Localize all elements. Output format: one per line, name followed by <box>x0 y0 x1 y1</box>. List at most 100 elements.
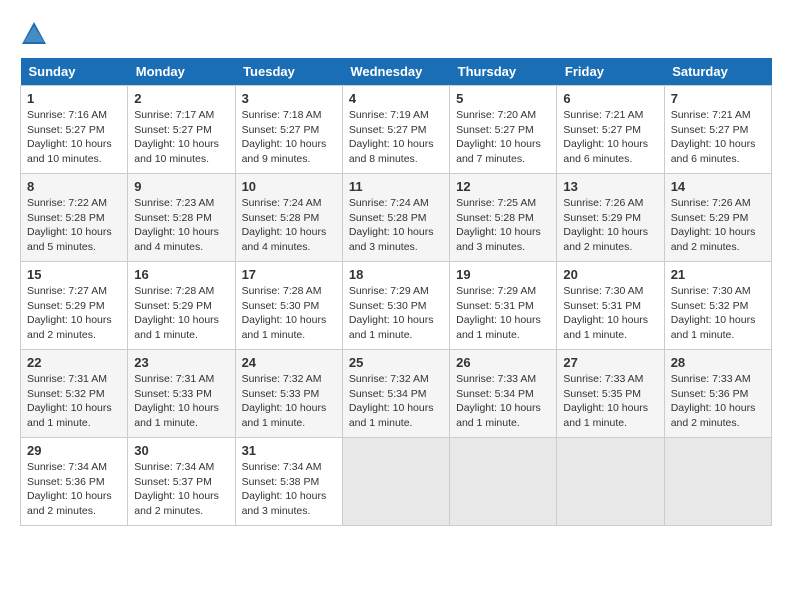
calendar-cell: 5 Sunrise: 7:20 AM Sunset: 5:27 PM Daylig… <box>450 86 557 174</box>
calendar-cell: 17 Sunrise: 7:28 AM Sunset: 5:30 PM Dayli… <box>235 262 342 350</box>
calendar-cell <box>557 438 664 526</box>
calendar-cell <box>342 438 449 526</box>
day-number: 29 <box>27 443 121 458</box>
calendar-cell <box>664 438 771 526</box>
day-info: Sunrise: 7:29 AM Sunset: 5:30 PM Dayligh… <box>349 284 443 343</box>
day-info: Sunrise: 7:34 AM Sunset: 5:38 PM Dayligh… <box>242 460 336 519</box>
calendar-cell: 10 Sunrise: 7:24 AM Sunset: 5:28 PM Dayli… <box>235 174 342 262</box>
calendar-cell: 4 Sunrise: 7:19 AM Sunset: 5:27 PM Daylig… <box>342 86 449 174</box>
day-number: 11 <box>349 179 443 194</box>
day-number: 20 <box>563 267 657 282</box>
page-header <box>20 20 772 48</box>
day-info: Sunrise: 7:34 AM Sunset: 5:36 PM Dayligh… <box>27 460 121 519</box>
calendar-cell: 24 Sunrise: 7:32 AM Sunset: 5:33 PM Dayli… <box>235 350 342 438</box>
calendar-cell <box>450 438 557 526</box>
day-number: 5 <box>456 91 550 106</box>
calendar-cell: 25Sunrise: 7:32 AM Sunset: 5:34 PM Dayli… <box>342 350 449 438</box>
day-number: 14 <box>671 179 765 194</box>
calendar-table: SundayMondayTuesdayWednesdayThursdayFrid… <box>20 58 772 526</box>
day-header: Thursday <box>450 58 557 86</box>
calendar-cell: 19 Sunrise: 7:29 AM Sunset: 5:31 PM Dayli… <box>450 262 557 350</box>
day-number: 7 <box>671 91 765 106</box>
day-info: Sunrise: 7:29 AM Sunset: 5:31 PM Dayligh… <box>456 284 550 343</box>
day-info: Sunrise: 7:34 AM Sunset: 5:37 PM Dayligh… <box>134 460 228 519</box>
day-info: Sunrise: 7:25 AM Sunset: 5:28 PM Dayligh… <box>456 196 550 255</box>
day-info: Sunrise: 7:33 AM Sunset: 5:34 PM Dayligh… <box>456 372 550 431</box>
day-number: 1 <box>27 91 121 106</box>
day-info: Sunrise: 7:28 AM Sunset: 5:30 PM Dayligh… <box>242 284 336 343</box>
day-number: 9 <box>134 179 228 194</box>
calendar-cell: 30 Sunrise: 7:34 AM Sunset: 5:37 PM Dayli… <box>128 438 235 526</box>
day-info: Sunrise: 7:24 AM Sunset: 5:28 PM Dayligh… <box>242 196 336 255</box>
day-info: Sunrise: 7:28 AM Sunset: 5:29 PM Dayligh… <box>134 284 228 343</box>
day-number: 10 <box>242 179 336 194</box>
calendar-cell: 1 Sunrise: 7:16 AM Sunset: 5:27 PM Daylig… <box>21 86 128 174</box>
day-number: 3 <box>242 91 336 106</box>
logo <box>20 20 52 48</box>
day-number: 24 <box>242 355 336 370</box>
day-number: 13 <box>563 179 657 194</box>
calendar-week-row: 29 Sunrise: 7:34 AM Sunset: 5:36 PM Dayli… <box>21 438 772 526</box>
logo-icon <box>20 20 48 48</box>
day-info: Sunrise: 7:30 AM Sunset: 5:31 PM Dayligh… <box>563 284 657 343</box>
calendar-cell: 14 Sunrise: 7:26 AM Sunset: 5:29 PM Dayli… <box>664 174 771 262</box>
calendar-cell: 7 Sunrise: 7:21 AM Sunset: 5:27 PM Daylig… <box>664 86 771 174</box>
day-info: Sunrise: 7:31 AM Sunset: 5:32 PM Dayligh… <box>27 372 121 431</box>
day-number: 15 <box>27 267 121 282</box>
calendar-week-row: 8Sunrise: 7:22 AM Sunset: 5:28 PM Daylig… <box>21 174 772 262</box>
day-number: 12 <box>456 179 550 194</box>
calendar-cell: 6 Sunrise: 7:21 AM Sunset: 5:27 PM Daylig… <box>557 86 664 174</box>
day-info: Sunrise: 7:26 AM Sunset: 5:29 PM Dayligh… <box>671 196 765 255</box>
calendar-week-row: 22Sunrise: 7:31 AM Sunset: 5:32 PM Dayli… <box>21 350 772 438</box>
day-header: Tuesday <box>235 58 342 86</box>
day-info: Sunrise: 7:33 AM Sunset: 5:35 PM Dayligh… <box>563 372 657 431</box>
day-info: Sunrise: 7:27 AM Sunset: 5:29 PM Dayligh… <box>27 284 121 343</box>
calendar-cell: 22Sunrise: 7:31 AM Sunset: 5:32 PM Dayli… <box>21 350 128 438</box>
day-info: Sunrise: 7:18 AM Sunset: 5:27 PM Dayligh… <box>242 108 336 167</box>
calendar-body: 1 Sunrise: 7:16 AM Sunset: 5:27 PM Daylig… <box>21 86 772 526</box>
day-number: 21 <box>671 267 765 282</box>
day-header: Saturday <box>664 58 771 86</box>
calendar-cell: 16 Sunrise: 7:28 AM Sunset: 5:29 PM Dayli… <box>128 262 235 350</box>
day-info: Sunrise: 7:33 AM Sunset: 5:36 PM Dayligh… <box>671 372 765 431</box>
calendar-cell: 18Sunrise: 7:29 AM Sunset: 5:30 PM Dayli… <box>342 262 449 350</box>
day-number: 16 <box>134 267 228 282</box>
calendar-cell: 29 Sunrise: 7:34 AM Sunset: 5:36 PM Dayli… <box>21 438 128 526</box>
day-info: Sunrise: 7:32 AM Sunset: 5:34 PM Dayligh… <box>349 372 443 431</box>
day-info: Sunrise: 7:21 AM Sunset: 5:27 PM Dayligh… <box>671 108 765 167</box>
day-info: Sunrise: 7:19 AM Sunset: 5:27 PM Dayligh… <box>349 108 443 167</box>
day-info: Sunrise: 7:17 AM Sunset: 5:27 PM Dayligh… <box>134 108 228 167</box>
calendar-cell: 11Sunrise: 7:24 AM Sunset: 5:28 PM Dayli… <box>342 174 449 262</box>
calendar-cell: 2 Sunrise: 7:17 AM Sunset: 5:27 PM Daylig… <box>128 86 235 174</box>
calendar-cell: 3 Sunrise: 7:18 AM Sunset: 5:27 PM Daylig… <box>235 86 342 174</box>
calendar-header-row: SundayMondayTuesdayWednesdayThursdayFrid… <box>21 58 772 86</box>
calendar-cell: 23Sunrise: 7:31 AM Sunset: 5:33 PM Dayli… <box>128 350 235 438</box>
calendar-cell: 15 Sunrise: 7:27 AM Sunset: 5:29 PM Dayli… <box>21 262 128 350</box>
day-info: Sunrise: 7:26 AM Sunset: 5:29 PM Dayligh… <box>563 196 657 255</box>
day-number: 30 <box>134 443 228 458</box>
day-number: 31 <box>242 443 336 458</box>
day-info: Sunrise: 7:20 AM Sunset: 5:27 PM Dayligh… <box>456 108 550 167</box>
day-info: Sunrise: 7:32 AM Sunset: 5:33 PM Dayligh… <box>242 372 336 431</box>
day-info: Sunrise: 7:23 AM Sunset: 5:28 PM Dayligh… <box>134 196 228 255</box>
calendar-cell: 20 Sunrise: 7:30 AM Sunset: 5:31 PM Dayli… <box>557 262 664 350</box>
day-number: 26 <box>456 355 550 370</box>
day-number: 2 <box>134 91 228 106</box>
day-number: 19 <box>456 267 550 282</box>
day-header: Friday <box>557 58 664 86</box>
day-info: Sunrise: 7:16 AM Sunset: 5:27 PM Dayligh… <box>27 108 121 167</box>
calendar-week-row: 1 Sunrise: 7:16 AM Sunset: 5:27 PM Daylig… <box>21 86 772 174</box>
day-number: 17 <box>242 267 336 282</box>
calendar-cell: 21Sunrise: 7:30 AM Sunset: 5:32 PM Dayli… <box>664 262 771 350</box>
calendar-cell: 12 Sunrise: 7:25 AM Sunset: 5:28 PM Dayli… <box>450 174 557 262</box>
day-number: 27 <box>563 355 657 370</box>
calendar-cell: 13 Sunrise: 7:26 AM Sunset: 5:29 PM Dayli… <box>557 174 664 262</box>
day-number: 4 <box>349 91 443 106</box>
day-info: Sunrise: 7:21 AM Sunset: 5:27 PM Dayligh… <box>563 108 657 167</box>
day-header: Sunday <box>21 58 128 86</box>
day-number: 6 <box>563 91 657 106</box>
day-info: Sunrise: 7:31 AM Sunset: 5:33 PM Dayligh… <box>134 372 228 431</box>
day-info: Sunrise: 7:22 AM Sunset: 5:28 PM Dayligh… <box>27 196 121 255</box>
calendar-cell: 8Sunrise: 7:22 AM Sunset: 5:28 PM Daylig… <box>21 174 128 262</box>
calendar-cell: 9 Sunrise: 7:23 AM Sunset: 5:28 PM Daylig… <box>128 174 235 262</box>
